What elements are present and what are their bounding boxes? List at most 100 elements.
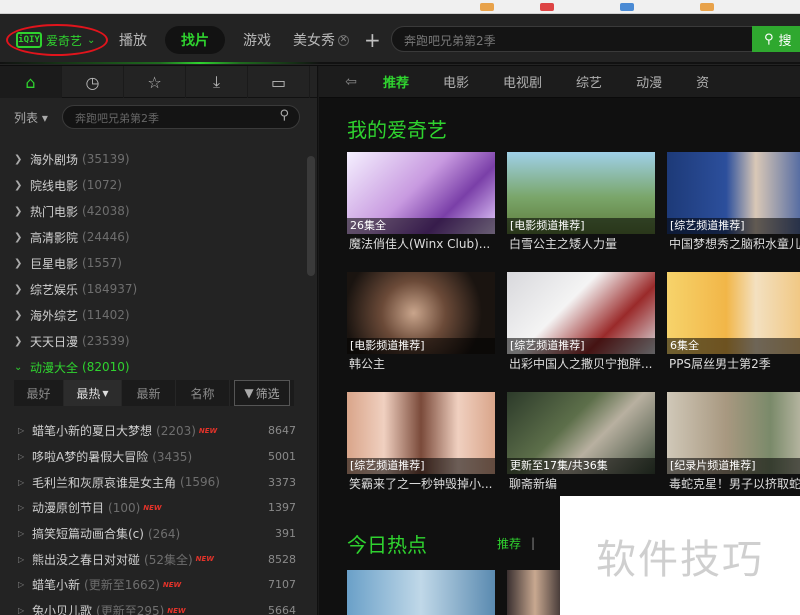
- filter-button[interactable]: ▼ 筛选: [234, 380, 290, 406]
- tab-find-video[interactable]: 找片: [165, 26, 225, 54]
- category-name: 天天日漫: [30, 334, 79, 349]
- search-button[interactable]: ⚲ 搜: [752, 26, 800, 52]
- list-item[interactable]: ▷ 蜡笔小新 (更新至1662) NEW 7107: [0, 572, 306, 598]
- sort-hot-label: 最热: [76, 386, 101, 401]
- sort-name-button[interactable]: 名称: [176, 380, 230, 406]
- video-tag: [综艺频道推荐]: [347, 458, 495, 474]
- tab-more[interactable]: 资: [696, 72, 709, 91]
- folder-icon[interactable]: ▭: [248, 66, 310, 98]
- add-tab-button[interactable]: +: [364, 28, 381, 52]
- video-card[interactable]: [纪录片频道推荐] 毒蛇克星！男子以挤取蛇: [667, 392, 800, 500]
- list-item[interactable]: ▷ 动漫原创节目 (100) NEW 1397: [0, 495, 306, 521]
- tab-games[interactable]: 游戏: [234, 26, 280, 54]
- sort-best-button[interactable]: 最好: [14, 380, 64, 406]
- category-name: 热门电影: [30, 204, 79, 219]
- download-icon[interactable]: ⤓: [186, 66, 248, 98]
- close-icon[interactable]: ✕: [338, 34, 349, 46]
- play-triangle-icon: ▷: [18, 606, 25, 615]
- video-card[interactable]: [综艺频道推荐] 笑霸来了之一秒钟毁掉小...: [347, 392, 495, 500]
- video-thumbnail[interactable]: [347, 570, 495, 615]
- list-item[interactable]: ▷ 哆啦A梦的暑假大冒险 (3435) 5001: [0, 444, 306, 470]
- sidebar-scrollbar[interactable]: [307, 156, 315, 276]
- show-title: 蜡笔小新的夏日大梦想: [32, 424, 153, 439]
- sort-newest-button[interactable]: 最新: [122, 380, 176, 406]
- category-name: 院线电影: [30, 178, 79, 193]
- tab-beauty-show[interactable]: 美女秀 ✕: [288, 26, 354, 54]
- bookmark-icon[interactable]: [540, 3, 554, 11]
- app-name: 爱奇艺: [46, 33, 83, 48]
- list-item[interactable]: ▷ 搞笑短篇动画合集(c) (264) 391: [0, 521, 306, 547]
- show-count: (更新至1662): [84, 578, 160, 593]
- show-title: 熊出没之春日对对碰: [32, 552, 141, 567]
- list-item[interactable]: ▷ 蜡笔小新的夏日大梦想 (2203) NEW 8647: [0, 418, 306, 444]
- category-item[interactable]: ❯ 高清影院 (24446): [0, 224, 306, 250]
- search-input[interactable]: 奔跑吧兄弟第2季: [391, 26, 753, 52]
- main-nav: ⇦ 推荐 电影 电视剧 综艺 动漫 资: [319, 66, 800, 98]
- tab-tv[interactable]: 电视剧: [503, 72, 542, 91]
- sidebar-search-input[interactable]: 奔跑吧兄弟第2季 ⚲: [62, 105, 300, 129]
- new-badge: NEW: [195, 555, 215, 564]
- category-count: (184937): [82, 282, 138, 296]
- hot-tab-recommend[interactable]: 推荐: [497, 535, 521, 552]
- chevron-right-icon: ❯: [14, 309, 23, 321]
- search-button-label: 搜: [778, 33, 792, 49]
- tab-play[interactable]: 播放: [110, 26, 156, 54]
- search-icon[interactable]: ⚲: [279, 108, 289, 123]
- show-plays: 1397: [268, 501, 296, 515]
- tab-movies[interactable]: 电影: [443, 72, 469, 91]
- tab-recommend[interactable]: 推荐: [383, 72, 409, 91]
- category-item[interactable]: ❯ 综艺娱乐 (184937): [0, 276, 306, 302]
- category-name: 巨星电影: [30, 256, 79, 271]
- show-title: 蜡笔小新: [32, 578, 81, 593]
- chevron-right-icon: ❯: [14, 257, 23, 269]
- filter-label: 筛选: [255, 386, 280, 401]
- clock-icon[interactable]: ◷: [62, 66, 124, 98]
- video-card[interactable]: 更新至17集/共36集 聊斋新编: [507, 392, 655, 500]
- category-name: 海外综艺: [30, 308, 79, 323]
- home-icon[interactable]: ⌂: [0, 66, 62, 98]
- category-item[interactable]: ❯ 海外综艺 (11402): [0, 302, 306, 328]
- video-card[interactable]: [电影频道推荐] 韩公主: [347, 272, 495, 380]
- category-item[interactable]: ❯ 热门电影 (42038): [0, 198, 306, 224]
- bookmark-icon[interactable]: [620, 3, 634, 11]
- show-count: (更新至295): [96, 604, 165, 615]
- video-thumbnail: [综艺频道推荐]: [667, 152, 800, 234]
- video-card[interactable]: [综艺频道推荐] 出彩中国人之撒贝宁抱胖...: [507, 272, 655, 380]
- chevron-down-icon: ⌄: [14, 361, 23, 373]
- tab-variety[interactable]: 综艺: [576, 72, 602, 91]
- category-item[interactable]: ❯ 院线电影 (1072): [0, 172, 306, 198]
- bookmark-icon[interactable]: [700, 3, 714, 11]
- tab-label: 美女秀: [293, 33, 335, 49]
- star-icon[interactable]: ☆: [124, 66, 186, 98]
- search-placeholder: 奔跑吧兄弟第2季: [75, 112, 159, 125]
- video-card[interactable]: [综艺频道推荐] 中国梦想秀之脑积水童儿: [667, 152, 800, 260]
- category-item[interactable]: ❯ 天天日漫 (23539): [0, 328, 306, 354]
- video-card[interactable]: [电影频道推荐] 白雪公主之矮人力量: [507, 152, 655, 260]
- top-bar: iQIY 爱奇艺 ⌄ 播放 找片 游戏 美女秀 ✕ + 奔跑吧兄弟第2季 ⚲ 搜: [0, 14, 800, 66]
- video-thumbnail: [综艺频道推荐]: [507, 272, 655, 354]
- app-logo-menu[interactable]: iQIY 爱奇艺 ⌄: [6, 24, 108, 56]
- section-title-my-iqiyi: 我的爱奇艺: [347, 118, 447, 142]
- play-triangle-icon: ▷: [18, 580, 25, 590]
- show-plays: 7107: [268, 578, 296, 592]
- video-title: 笑霸来了之一秒钟毁掉小...: [349, 477, 493, 491]
- bookmark-icon[interactable]: [480, 3, 494, 11]
- list-item[interactable]: ▷ 兔小贝儿歌 (更新至295) NEW 5664: [0, 598, 306, 615]
- sort-hot-button[interactable]: 最热 ▼: [64, 380, 122, 406]
- tab-anime[interactable]: 动漫: [636, 72, 662, 91]
- category-item[interactable]: ❯ 巨星电影 (1557): [0, 250, 306, 276]
- category-item[interactable]: ❯ 海外剧场 (35139): [0, 146, 306, 172]
- show-count: (2203): [156, 423, 196, 438]
- new-badge: NEW: [143, 503, 162, 512]
- list-item[interactable]: ▷ 毛利兰和灰原哀谁是女主角 (1596) 3373: [0, 469, 306, 495]
- chevron-right-icon: ❯: [14, 231, 23, 243]
- video-card[interactable]: 6集全 PPS屌丝男士第2季: [667, 272, 800, 380]
- list-dropdown[interactable]: 列表 ▾: [14, 109, 62, 126]
- video-card[interactable]: 26集全 魔法俏佳人(Winx Club)...: [347, 152, 495, 260]
- chevron-right-icon: ❯: [14, 283, 23, 295]
- category-item-anime[interactable]: ⌄ 动漫大全 (82010): [0, 354, 306, 380]
- back-arrow-icon[interactable]: ⇦: [319, 74, 383, 90]
- video-thumbnail[interactable]: [507, 570, 563, 615]
- list-item[interactable]: ▷ 熊出没之春日对对碰 (52集全) NEW 8528: [0, 546, 306, 572]
- play-triangle-icon: ▷: [18, 529, 25, 539]
